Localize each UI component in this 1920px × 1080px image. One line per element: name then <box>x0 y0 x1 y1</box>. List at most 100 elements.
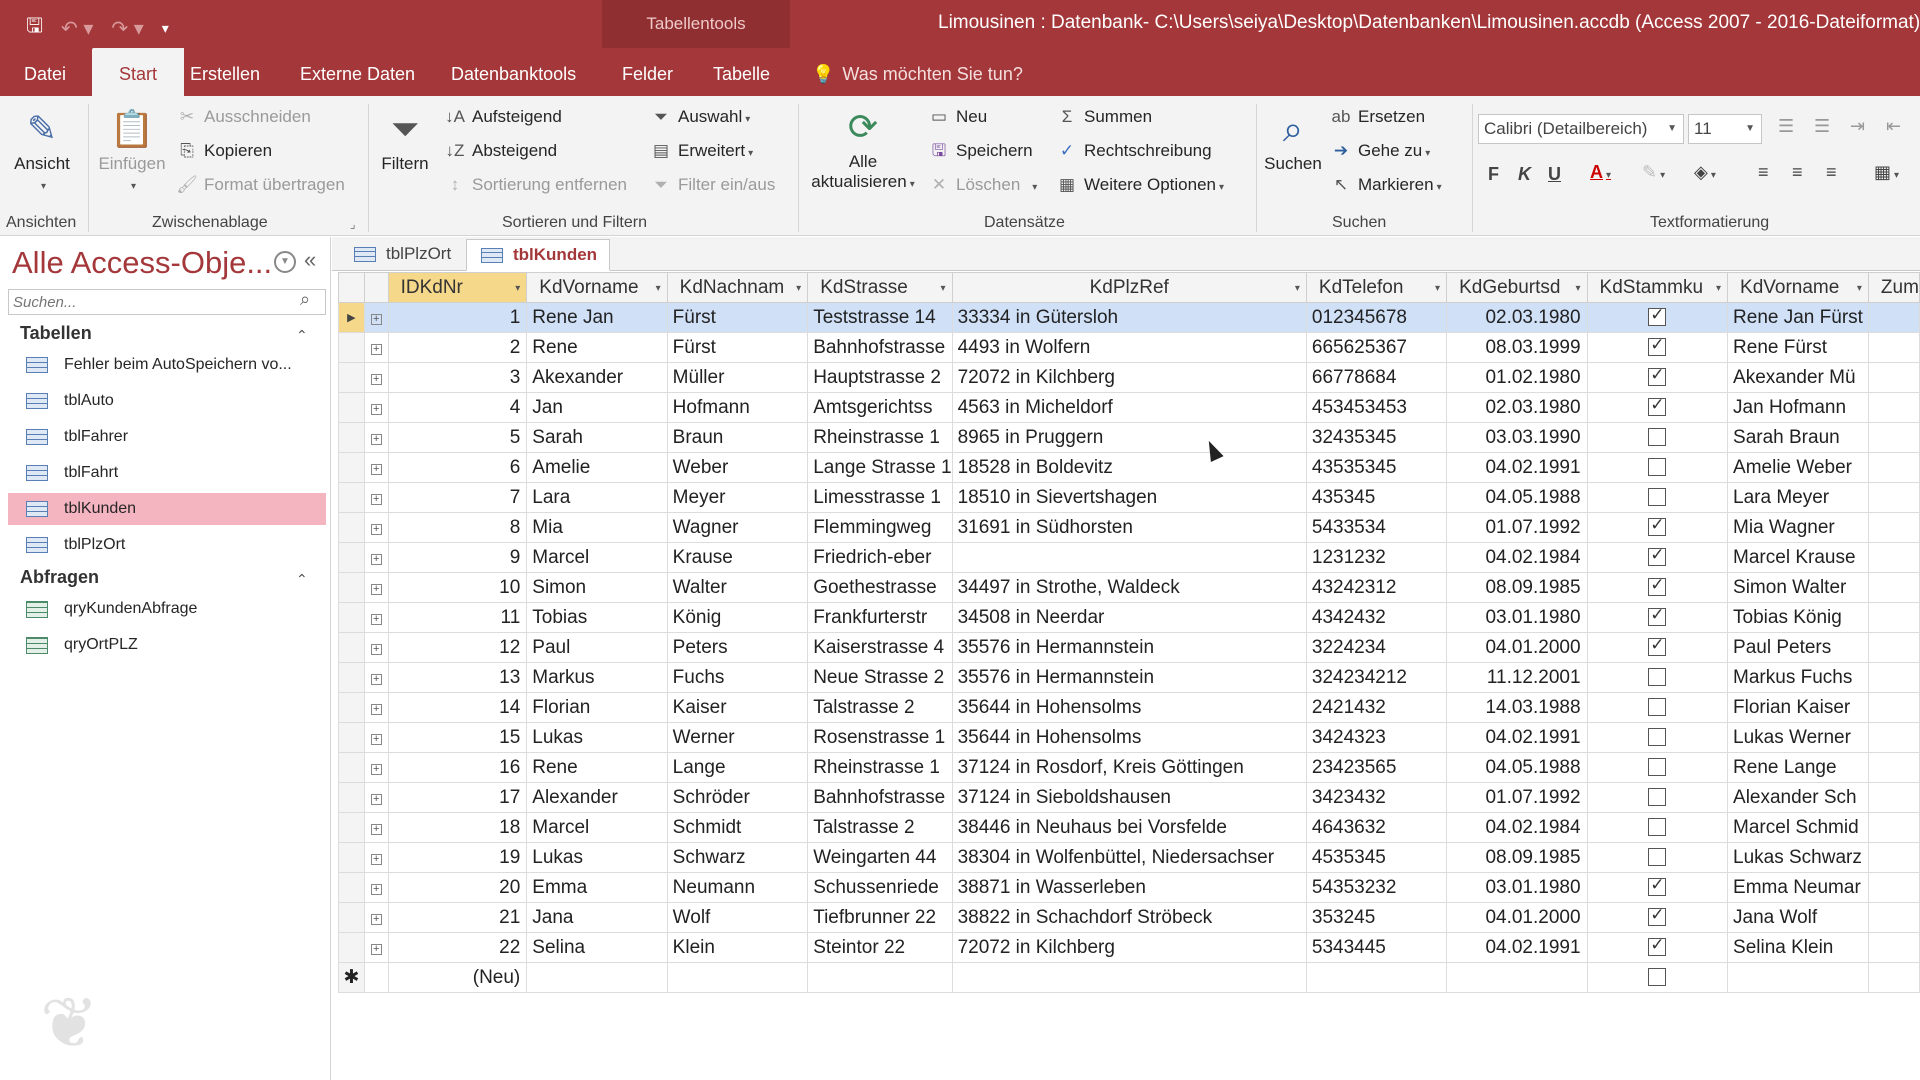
expand-row-button[interactable]: + <box>363 662 389 693</box>
row-selector[interactable] <box>338 482 365 513</box>
table-cell[interactable]: 04.02.1984 <box>1446 812 1588 843</box>
table-cell[interactable] <box>1867 842 1920 873</box>
stammkunde-checkbox[interactable] <box>1586 962 1729 993</box>
table-cell[interactable] <box>1867 692 1920 723</box>
table-cell[interactable]: 37124 in Sieboldshausen <box>951 782 1307 813</box>
gehe-zu-button[interactable]: ➔ Gehe zu ▾ <box>1330 136 1430 166</box>
table-cell[interactable]: Jan Hofmann <box>1727 392 1869 423</box>
stammkunde-checkbox[interactable] <box>1586 572 1729 603</box>
column-header[interactable]: Zum <box>1867 272 1920 303</box>
chevron-down-icon[interactable]: ▾ <box>796 283 801 294</box>
chevron-down-icon[interactable]: ▾ <box>1716 283 1721 294</box>
table-cell[interactable]: 04.02.1991 <box>1446 452 1588 483</box>
column-header[interactable]: KdStrasse ▾ <box>807 272 953 303</box>
doc-tab-tblkunden[interactable]: tblKunden <box>466 239 611 271</box>
nav-item-query[interactable]: qryKundenAbfrage <box>8 593 326 625</box>
column-header[interactable]: KdGeburtsd ▾ <box>1446 272 1588 303</box>
table-cell[interactable]: Simon Walter <box>1727 572 1869 603</box>
row-selector[interactable] <box>338 722 365 753</box>
table-cell[interactable]: Wagner <box>666 512 809 543</box>
table-cell[interactable]: Lange Strasse 1 <box>807 452 953 483</box>
table-cell[interactable] <box>1867 452 1920 483</box>
row-selector[interactable] <box>338 842 365 873</box>
table-cell[interactable]: 3424323 <box>1305 722 1448 753</box>
checkbox[interactable] <box>1648 905 1667 927</box>
table-cell[interactable]: Hofmann <box>666 392 809 423</box>
font-size-combo[interactable]: 11 ▼ <box>1688 114 1762 144</box>
table-cell[interactable] <box>1867 752 1920 783</box>
table-cell[interactable]: 43535345 <box>1305 452 1448 483</box>
table-cell[interactable]: 01.02.1980 <box>1446 362 1588 393</box>
table-cell[interactable]: 03.01.1980 <box>1446 872 1588 903</box>
row-selector[interactable] <box>338 812 365 843</box>
einfuegen-button[interactable]: 📋 Einfügen ▾ <box>94 104 170 194</box>
row-selector[interactable] <box>338 932 365 963</box>
table-cell[interactable]: 14.03.1988 <box>1446 692 1588 723</box>
checkbox[interactable] <box>1648 668 1667 687</box>
table-cell[interactable]: Klein <box>666 932 809 963</box>
indent-icon[interactable]: ⇥ <box>1850 116 1865 137</box>
table-cell[interactable]: 13 <box>387 662 528 693</box>
table-cell[interactable]: Jana Wolf <box>1727 902 1869 933</box>
table-cell[interactable]: Markus Fuchs <box>1727 662 1869 693</box>
table-cell[interactable]: Amelie <box>526 452 668 483</box>
expand-row-button[interactable]: + <box>363 812 389 843</box>
table-cell[interactable]: Schmidt <box>666 812 809 843</box>
speichern-button[interactable]: 🖫 Speichern <box>928 136 1033 166</box>
nav-item-table[interactable]: tblFahrer <box>8 421 326 453</box>
table-cell[interactable]: 353245 <box>1305 902 1448 933</box>
stammkunde-checkbox[interactable] <box>1586 632 1729 663</box>
table-cell[interactable]: Talstrasse 2 <box>807 812 953 843</box>
italic-button[interactable]: K <box>1518 164 1531 185</box>
nav-item-table[interactable]: Fehler beim AutoSpeichern vo... <box>8 349 326 381</box>
checkbox[interactable] <box>1648 818 1667 837</box>
expand-row-button[interactable]: + <box>363 692 389 723</box>
table-cell[interactable]: 38304 in Wolfenbüttel, Niedersachser <box>951 842 1307 873</box>
tab-erstellen[interactable]: Erstellen <box>190 48 260 96</box>
table-cell[interactable]: Lukas <box>526 722 668 753</box>
table-cell[interactable] <box>1867 362 1920 393</box>
tab-datei[interactable]: Datei <box>24 48 66 96</box>
table-cell[interactable]: 435345 <box>1305 482 1448 513</box>
summen-button[interactable]: Σ Summen <box>1056 102 1152 132</box>
table-cell[interactable] <box>1867 872 1920 903</box>
filter-ein-aus-button[interactable]: ⏷ Filter ein/aus <box>650 170 775 200</box>
row-selector[interactable] <box>338 632 365 663</box>
stammkunde-checkbox[interactable] <box>1586 902 1729 933</box>
table-row[interactable]: +16 Rene Lange Rheinstrasse 1 37124 in Rosdo… <box>338 752 1920 783</box>
table-cell[interactable]: 38446 in Neuhaus bei Vorsfelde <box>951 812 1307 843</box>
chevron-down-icon[interactable]: ▾ <box>515 283 520 294</box>
expand-row-button[interactable]: + <box>363 422 389 453</box>
table-cell[interactable]: Schussenriede <box>807 872 953 903</box>
table-cell[interactable] <box>666 962 809 993</box>
table-cell[interactable]: Neumann <box>666 872 809 903</box>
table-cell[interactable]: Akexander <box>526 362 668 393</box>
table-cell[interactable]: Hauptstrasse 2 <box>807 362 953 393</box>
format-uebertragen-button[interactable]: 🖌 Format übertragen <box>176 170 345 200</box>
numbering-icon[interactable]: ☰ <box>1814 116 1830 137</box>
table-cell[interactable] <box>1867 392 1920 423</box>
table-cell[interactable]: 23423565 <box>1305 752 1448 783</box>
table-cell[interactable]: 04.05.1988 <box>1446 482 1588 513</box>
table-cell[interactable]: Rene <box>526 332 668 363</box>
chevron-down-icon[interactable]: ▾ <box>656 283 661 294</box>
column-header[interactable]: IDKdNr ▾ <box>387 272 528 303</box>
table-cell[interactable]: Braun <box>666 422 809 453</box>
table-cell[interactable] <box>951 962 1307 993</box>
nav-item-table[interactable]: tblFahrt <box>8 457 326 489</box>
expand-row-button[interactable]: + <box>363 902 389 933</box>
table-cell[interactable] <box>1867 422 1920 453</box>
table-cell[interactable]: 04.05.1988 <box>1446 752 1588 783</box>
table-cell[interactable]: 6 <box>387 452 528 483</box>
table-cell[interactable]: Weber <box>666 452 809 483</box>
new-record-marker[interactable]: ✱ <box>338 962 365 993</box>
bullets-icon[interactable]: ☰ <box>1778 116 1794 137</box>
table-cell[interactable]: 22 <box>387 932 528 963</box>
expand-row-button[interactable]: + <box>363 332 389 363</box>
table-cell[interactable]: Bahnhofstrasse <box>807 332 953 363</box>
stammkunde-checkbox[interactable] <box>1586 842 1729 873</box>
checkbox[interactable] <box>1648 365 1667 387</box>
expand-row-button[interactable]: + <box>363 482 389 513</box>
chevron-up-icon[interactable]: ⌃ <box>296 327 308 344</box>
table-cell[interactable]: Lange <box>666 752 809 783</box>
